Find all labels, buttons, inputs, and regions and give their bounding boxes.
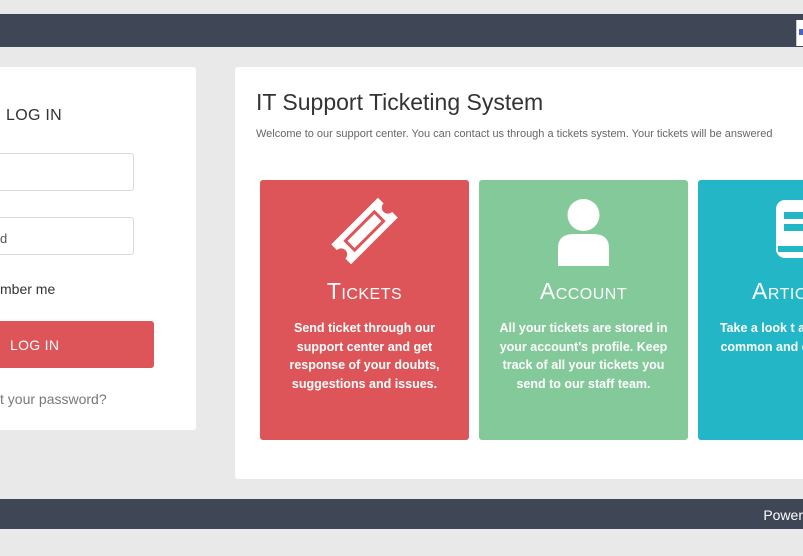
tickets-card[interactable]: Tickets Send ticket through our support … [260,180,469,440]
remember-me-checkbox[interactable]: mber me [0,281,55,297]
login-button[interactable]: LOG IN [0,321,154,368]
remember-me-label: mber me [0,281,56,297]
card-title-tickets: Tickets [260,278,469,305]
card-title-tickets-text: Tickets [326,278,403,304]
top-navbar [0,14,803,47]
username-field[interactable] [0,153,134,191]
footer-bar: Power [0,499,803,529]
card-desc-tickets: Send ticket through our support center a… [289,321,440,391]
ticket-icon [331,197,398,265]
login-title-text: LOG IN [6,107,63,124]
forgot-password-link[interactable]: t your password? [0,391,107,407]
articles-card[interactable]: Artic Take a look t about common and doc… [698,180,803,440]
navbar-toggle-button[interactable] [796,20,803,46]
card-title-articles: Artic [752,278,803,305]
card-desc-account: All your tickets are stored in your acco… [499,321,668,391]
card-title-articles-text: Artic [752,278,803,304]
toggle-icon [799,29,803,35]
book-icon [776,200,803,258]
account-card[interactable]: Account All your tickets are stored in y… [479,180,688,440]
main-panel: IT Support Ticketing System Welcome to o… [235,67,803,479]
card-desc-articles: Take a look t about common and docu [719,321,803,354]
card-title-account: Account [479,278,688,305]
password-field-text: d [0,231,8,246]
page-title: IT Support Ticketing System [256,89,544,115]
footer-text: Power [763,507,803,523]
user-icon [558,199,609,266]
login-panel: LOG IN d mber me LOG IN t your password? [0,67,196,430]
card-title-account-text: Account [539,278,628,304]
welcome-text: Welcome to our support center. You can c… [256,128,773,140]
login-title: LOG IN [6,107,62,125]
password-field[interactable] [0,217,134,255]
